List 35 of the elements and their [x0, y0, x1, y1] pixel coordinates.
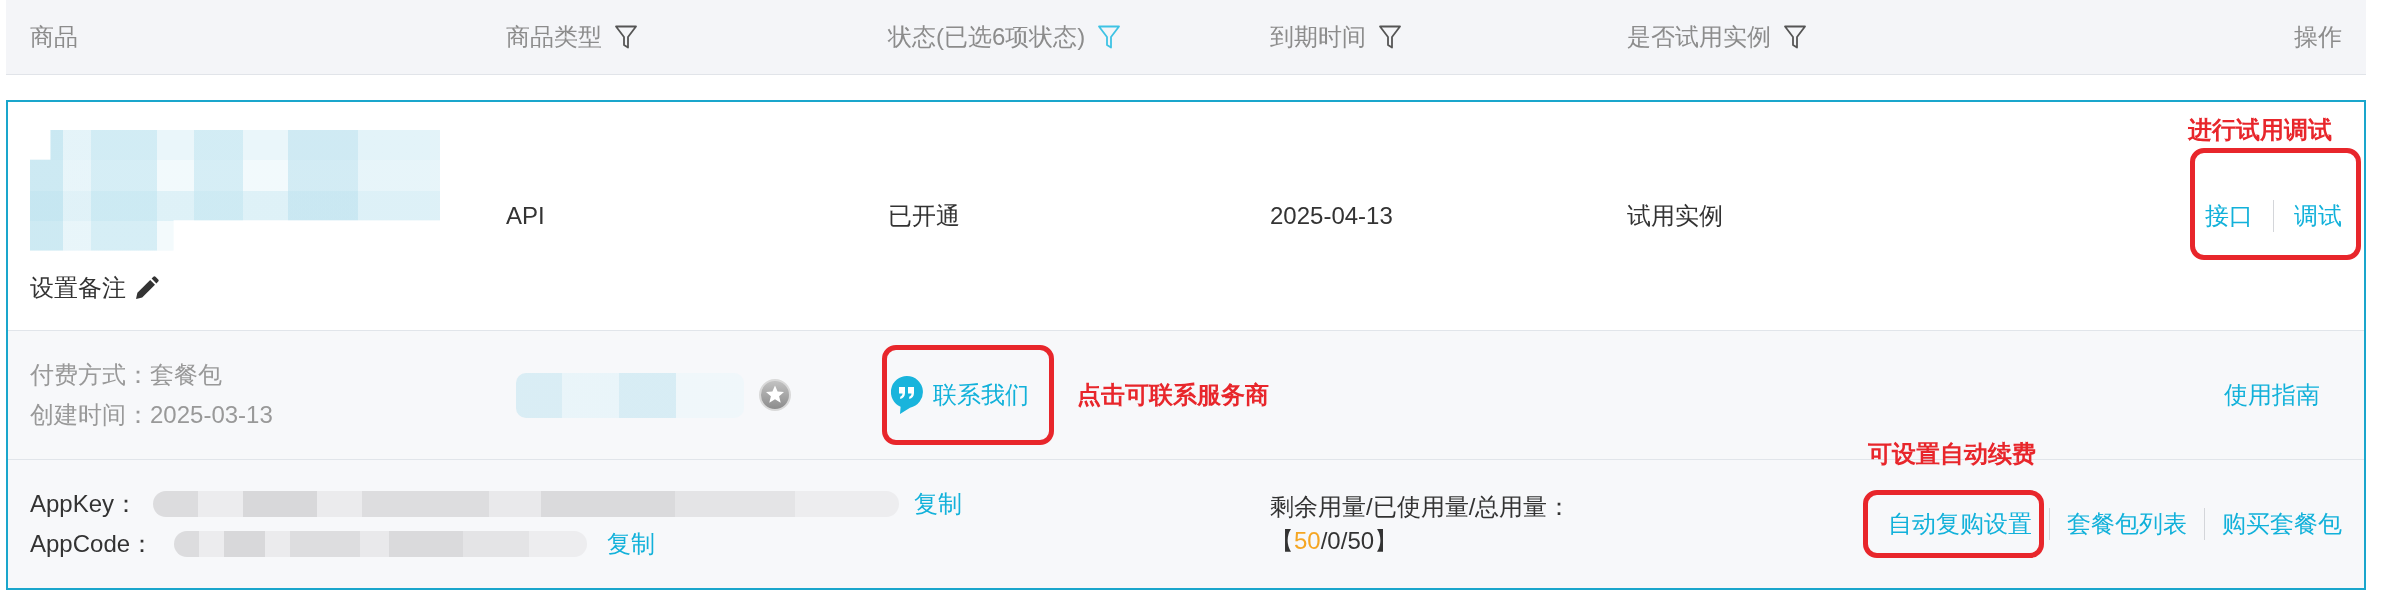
payment-method-text: 付费方式：套餐包: [30, 360, 222, 390]
table-cell: 2025-04-13: [1270, 201, 1393, 231]
created-time-text: 创建时间：2025-03-13: [30, 400, 273, 430]
chat-bubble-icon: [891, 376, 923, 414]
column-header: 状态(已选6项状态): [888, 22, 1086, 52]
annotation-label: 可设置自动续费: [1868, 440, 2036, 468]
column-header: 商品: [30, 22, 78, 52]
action-link[interactable]: 接口: [2205, 201, 2253, 231]
action-link[interactable]: 调试: [2294, 201, 2342, 231]
guide-link[interactable]: 使用指南: [2224, 380, 2320, 410]
usage-count: 【50/0/50】: [1270, 526, 1399, 556]
package-link[interactable]: 自动复购设置: [1888, 509, 2032, 539]
star-badge-icon: [759, 379, 791, 411]
table-cell: 已开通: [888, 201, 960, 231]
table-cell: 试用实例: [1627, 201, 1723, 231]
column-header: 操作: [2294, 22, 2342, 52]
usage-label: 剩余用量/已使用量/总用量：: [1270, 492, 1572, 522]
credential-label: AppCode：: [30, 529, 155, 559]
filter-icon[interactable]: [1378, 24, 1402, 50]
column-header: 到期时间: [1270, 22, 1366, 52]
table-cell: API: [506, 201, 545, 231]
annotation-label: 点击可联系服务商: [1077, 381, 1269, 409]
note-button[interactable]: 设置备注: [30, 272, 159, 303]
pencil-icon: [135, 275, 159, 300]
package-link[interactable]: 购买套餐包: [2222, 509, 2342, 539]
filter-icon[interactable]: [614, 24, 638, 50]
package-link[interactable]: 套餐包列表: [2067, 509, 2187, 539]
credential-label: AppKey：: [30, 489, 139, 519]
column-header: 商品类型: [506, 22, 602, 52]
copy-link[interactable]: 复制: [914, 489, 963, 519]
contact-link[interactable]: 联系我们: [891, 376, 1029, 414]
copy-link[interactable]: 复制: [607, 529, 656, 559]
column-header: 是否试用实例: [1627, 22, 1771, 52]
filter-icon[interactable]: [1783, 24, 1807, 50]
annotation-label: 进行试用调试: [2188, 116, 2332, 144]
